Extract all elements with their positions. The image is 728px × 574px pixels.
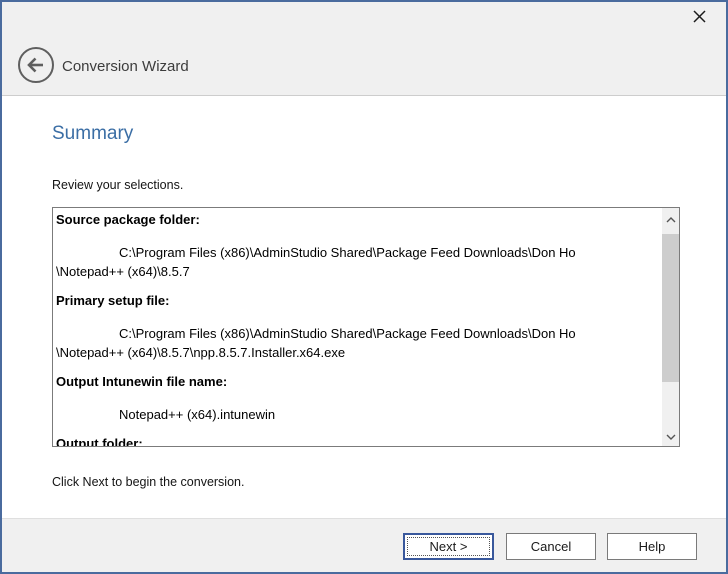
summary-line: \Notepad++ (x64)\8.5.7 xyxy=(56,262,660,281)
back-button[interactable] xyxy=(17,48,55,86)
button-bar: Next > Cancel Help xyxy=(2,518,726,572)
page-heading: Summary xyxy=(52,123,133,145)
chevron-down-icon xyxy=(666,427,676,445)
close-icon xyxy=(692,9,707,29)
summary-line: Output Intunewin file name: xyxy=(56,372,660,391)
instruction-text: Review your selections. xyxy=(52,178,183,192)
chevron-up-icon xyxy=(666,210,676,228)
summary-line: Notepad++ (x64).intunewin xyxy=(56,405,660,424)
summary-line: Source package folder: xyxy=(56,210,660,229)
conversion-wizard-dialog: Conversion Wizard Summary Review your se… xyxy=(0,0,728,574)
help-button[interactable]: Help xyxy=(607,533,697,560)
wizard-header: Conversion Wizard xyxy=(2,2,726,96)
wizard-title: Conversion Wizard xyxy=(62,58,189,75)
scroll-up-button[interactable] xyxy=(662,210,679,227)
next-button[interactable]: Next > xyxy=(403,533,494,560)
summary-box-content: Source package folder: C:\Program Files (… xyxy=(53,208,662,446)
scrollbar-thumb[interactable] xyxy=(662,234,679,382)
summary-line: C:\Program Files (x86)\AdminStudio Share… xyxy=(56,324,660,343)
hint-text: Click Next to begin the conversion. xyxy=(52,475,244,489)
vertical-scrollbar[interactable] xyxy=(662,208,679,446)
summary-line: Output folder: xyxy=(56,434,660,446)
cancel-button[interactable]: Cancel xyxy=(506,533,596,560)
close-button[interactable] xyxy=(686,6,712,32)
summary-line: \Notepad++ (x64)\8.5.7\npp.8.5.7.Install… xyxy=(56,343,660,362)
summary-box[interactable]: Source package folder: C:\Program Files (… xyxy=(52,207,680,447)
summary-line: Primary setup file: xyxy=(56,291,660,310)
scroll-down-button[interactable] xyxy=(662,427,679,444)
back-arrow-icon xyxy=(17,46,55,89)
summary-line: C:\Program Files (x86)\AdminStudio Share… xyxy=(56,243,660,262)
